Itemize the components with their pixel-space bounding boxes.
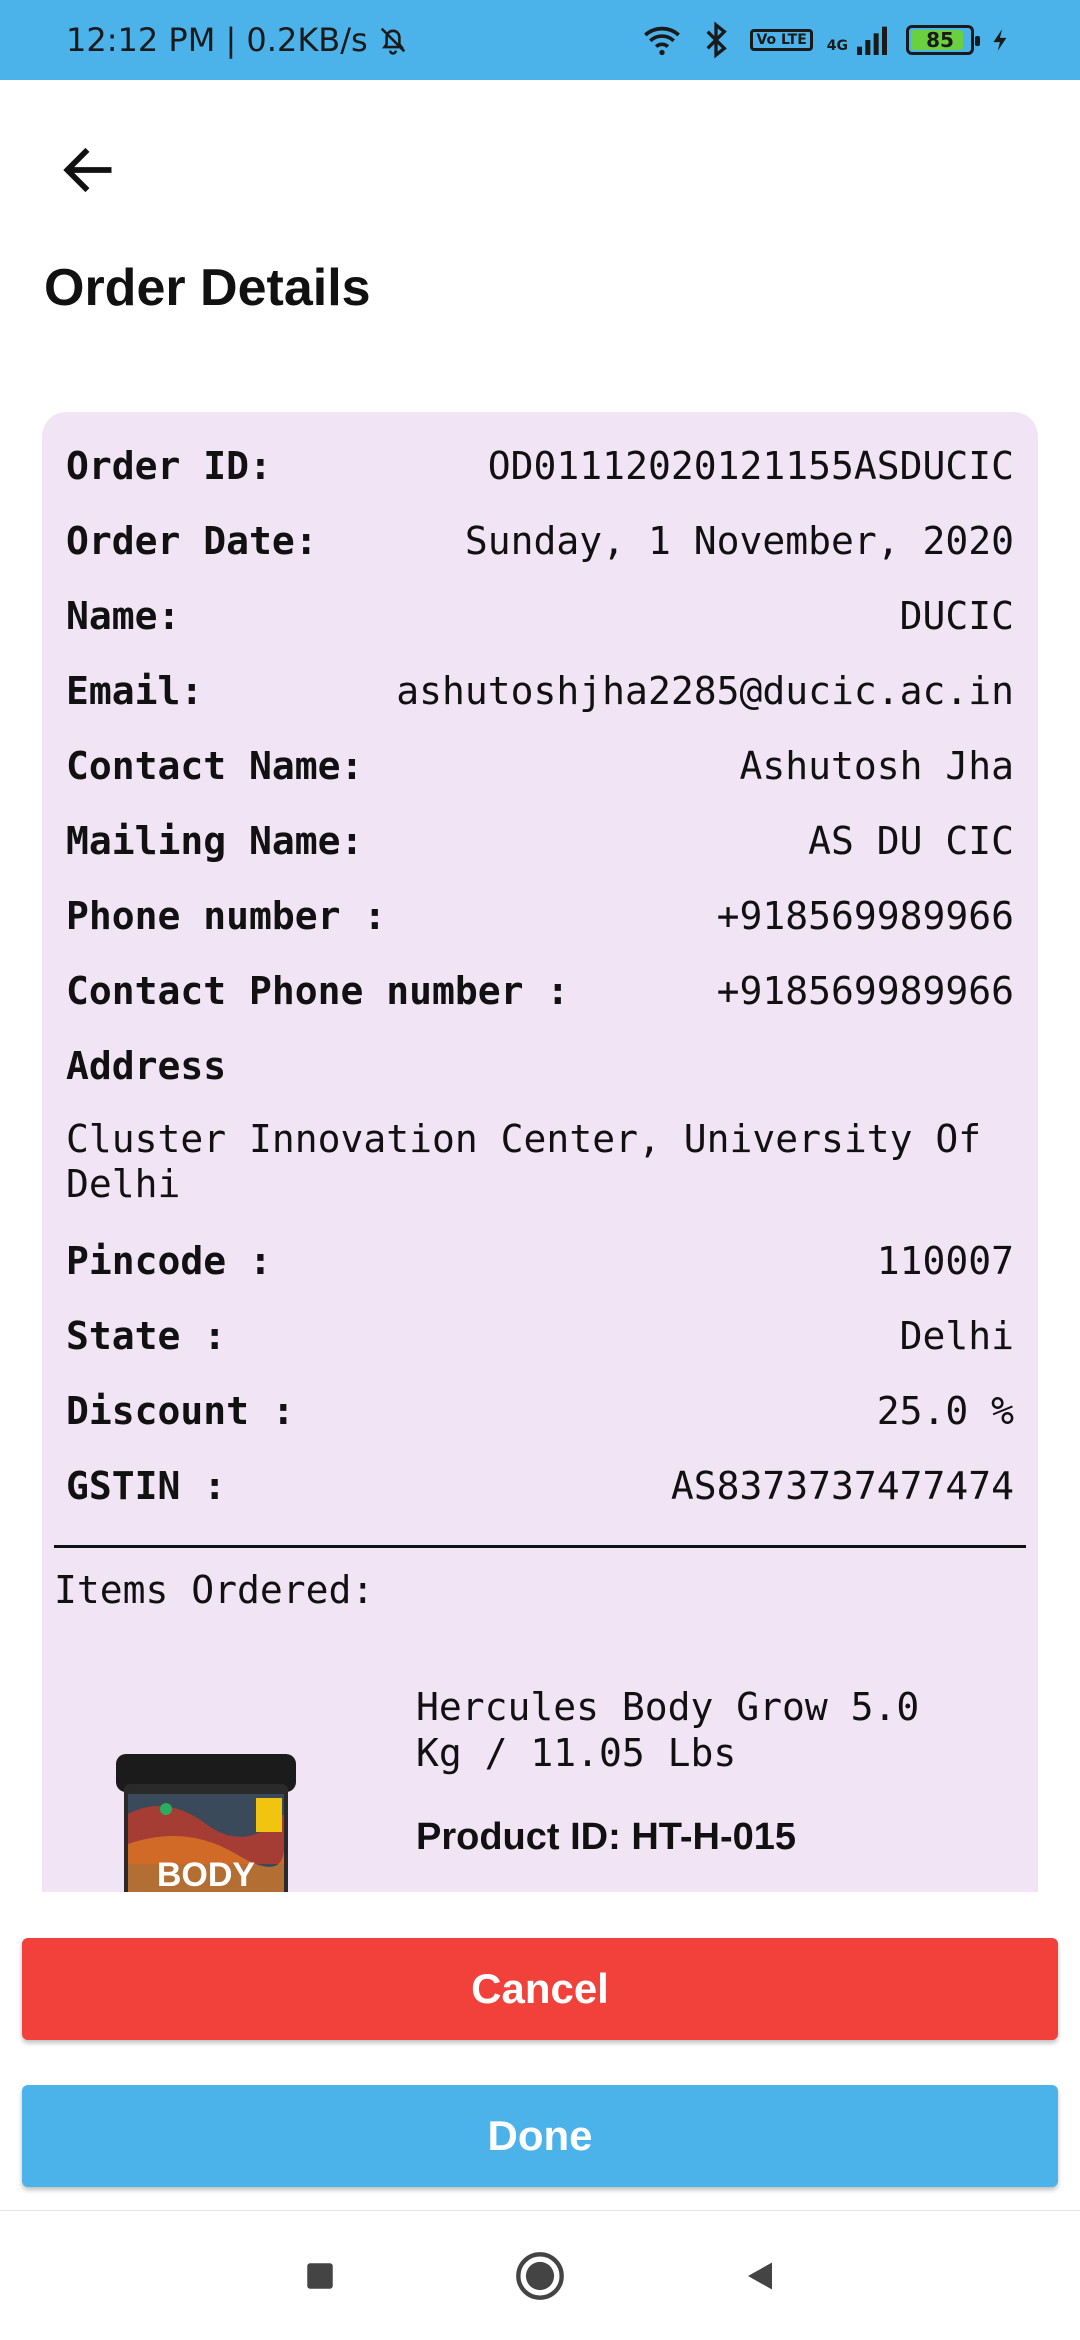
order-row: State : Delhi [66, 1312, 1014, 1387]
row-label: Name: [66, 594, 181, 638]
item-name: Hercules Body Grow 5.0 Kg / 11.05 Lbs [416, 1685, 920, 1775]
row-value: DUCIC [899, 594, 1014, 638]
status-right: Vo LTE 4G 85 [642, 20, 1014, 60]
row-value: 110007 [876, 1239, 1014, 1283]
back-button[interactable] [48, 130, 128, 210]
order-row: Phone number : +918569989966 [66, 892, 1014, 967]
order-rows-bottom: Pincode : 110007 State : Delhi Discount … [66, 1237, 1014, 1537]
item-info: Hercules Body Grow 5.0 Kg / 11.05 Lbs Pr… [416, 1684, 956, 1892]
address-label: Address [66, 1044, 227, 1088]
home-button[interactable] [505, 2241, 575, 2311]
items-ordered-title: Items Ordered: [54, 1568, 375, 1612]
square-icon [307, 2262, 333, 2289]
row-label: Order ID: [66, 444, 272, 488]
divider [54, 1545, 1026, 1548]
row-value: ashutoshjha2285@ducic.ac.in [396, 669, 1014, 713]
row-value: OD01112020121155ASDUCIC [487, 444, 1014, 488]
battery-level: 85 [926, 28, 954, 52]
battery-icon: 85 [906, 25, 980, 55]
order-row: Name: DUCIC [66, 592, 1014, 667]
address-value: Cluster Innovation Center, University Of… [66, 1117, 982, 1206]
row-label: Order Date: [66, 519, 318, 563]
order-details-scroll[interactable]: Order ID: OD01112020121155ASDUCIC Order … [42, 412, 1038, 1892]
row-label: Phone number : [66, 894, 387, 938]
network-type: 4G [826, 38, 848, 54]
triangle-back-icon [748, 2262, 772, 2289]
signal-icon [857, 26, 887, 55]
back-nav-button[interactable] [725, 2241, 795, 2311]
row-value: +918569989966 [716, 894, 1014, 938]
row-label: Pincode : [66, 1239, 272, 1283]
order-row: Order Date: Sunday, 1 November, 2020 [66, 517, 1014, 592]
volte-badge: Vo LTE [750, 29, 813, 51]
arrow-left-icon [63, 147, 112, 193]
row-label: Discount : [66, 1389, 295, 1433]
row-value: Sunday, 1 November, 2020 [464, 519, 1014, 563]
row-label: Contact Name: [66, 744, 364, 788]
status-time-speed: 12:12 PM | 0.2KB/s [66, 21, 368, 59]
row-value: Ashutosh Jha [739, 744, 1014, 788]
order-details-card: Order ID: OD01112020121155ASDUCIC Order … [42, 412, 1038, 1892]
order-row: Mailing Name: AS DU CIC [66, 817, 1014, 892]
circle-icon [516, 2251, 564, 2300]
order-row: Pincode : 110007 [66, 1237, 1014, 1312]
cancel-button[interactable]: Cancel [22, 1938, 1058, 2040]
row-value: Delhi [899, 1314, 1014, 1358]
navigation-bar [0, 2210, 1080, 2340]
charging-icon [993, 29, 1007, 51]
product-image: BODY [106, 1754, 306, 1892]
row-label: Mailing Name: [66, 819, 364, 863]
row-label: Email: [66, 669, 204, 713]
row-label: GSTIN : [66, 1464, 227, 1508]
order-row: Discount : 25.0 % [66, 1387, 1014, 1462]
muted-bell-icon [380, 27, 405, 55]
row-value: AS8373737477474 [670, 1464, 1014, 1508]
bluetooth-icon [706, 21, 728, 59]
order-row: Email: ashutoshjha2285@ducic.ac.in [66, 667, 1014, 742]
protein-tub-image: BODY [116, 1754, 296, 1892]
status-bar: 12:12 PM | 0.2KB/s Vo LTE 4G 85 [0, 0, 1080, 80]
row-label: State : [66, 1314, 227, 1358]
order-row: GSTIN : AS8373737477474 [66, 1462, 1014, 1537]
order-row: Contact Phone number : +918569989966 [66, 967, 1014, 1042]
order-rows-top: Order ID: OD01112020121155ASDUCIC Order … [66, 442, 1014, 1042]
row-value: AS DU CIC [808, 819, 1014, 863]
row-value: 25.0 % [876, 1389, 1014, 1433]
page-title: Order Details [44, 259, 371, 317]
done-button[interactable]: Done [22, 2085, 1058, 2187]
ordered-item[interactable]: BODY Hercules Body Grow 5.0 Kg / 11.05 L… [66, 1684, 1014, 1892]
order-row: Order ID: OD01112020121155ASDUCIC [66, 442, 1014, 517]
row-value: +918569989966 [716, 969, 1014, 1013]
item-product-id: Product ID: HT-H-015 [416, 1816, 797, 1858]
recents-button[interactable] [285, 2241, 355, 2311]
product-image-text: BODY [157, 1856, 256, 1892]
order-row: Contact Name: Ashutosh Jha [66, 742, 1014, 817]
status-left: 12:12 PM | 0.2KB/s [66, 21, 410, 59]
row-label: Contact Phone number : [66, 969, 570, 1013]
wifi-icon [644, 26, 681, 56]
